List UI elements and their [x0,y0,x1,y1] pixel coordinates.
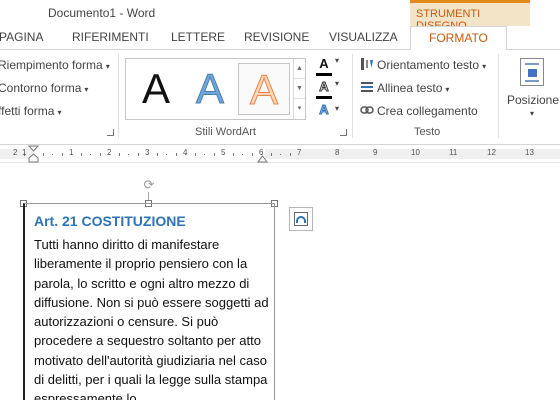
rotate-handle-icon[interactable]: ⟳ [142,178,156,192]
ruler-number: 12 [487,148,496,157]
ruler-number: 8 [335,148,340,157]
ruler-number: 1 [69,148,74,157]
group-separator [352,54,353,138]
group-separator [118,54,119,138]
position-button[interactable]: Posizione ▾ [506,56,560,126]
ruler-number: 2 [13,148,18,157]
dialog-launcher-icon[interactable] [107,129,114,136]
ruler-number: 10 [411,148,420,157]
ruler-tick [166,154,167,155]
group-label-text: Testo [414,126,441,138]
scroll-down-icon[interactable]: ▼ [294,79,305,99]
title-bar: Documento1 - Word STRUMENTI DISEGNO [0,0,560,32]
ruler-number: 1 [22,148,27,157]
position-icon [520,58,544,86]
create-link-button[interactable]: Crea collegamento [360,103,478,118]
shape-outline-button[interactable]: Contorno forma ▾ [0,81,88,95]
window-title: Documento1 - Word [48,6,156,20]
ruler-number: 2 [107,148,112,157]
wordart-style-black[interactable]: A [130,63,182,115]
wordart-style-orange[interactable]: A [238,63,290,115]
ruler-number: 3 [145,148,150,157]
ruler-number: 7 [297,148,302,157]
text-fill-icon[interactable]: A [316,56,332,74]
ruler-tick [156,153,158,156]
ruler-tick [251,153,253,156]
ruler-tick [80,153,82,156]
chevron-down-icon[interactable]: ▾ [335,79,339,88]
text-outline-color-bar [316,96,332,99]
tab-visualizza[interactable]: VISUALIZZA [329,30,398,44]
ribbon: Riempimento forma ▾ Contorno forma ▾ ffett… [0,50,560,145]
create-link-icon [360,103,374,117]
position-label: Posizione [507,93,560,107]
chevron-down-icon: ▾ [445,85,450,94]
ruler-tick [52,154,53,155]
ruler-tick [232,153,234,156]
group-separator [498,54,499,138]
ruler-tick [137,153,139,156]
chevron-down-icon: ▾ [105,62,110,71]
ruler-tick [213,153,215,156]
ruler-tick [242,154,243,155]
ruler-tick [128,154,129,155]
ruler-tick [194,153,196,156]
horizontal-ruler[interactable]: 2 1 1 2 3 4 5 6 7 8 9 10 11 12 13 [0,145,560,163]
ruler-tick [118,153,120,156]
textbox-body: Tutti hanno diritto di manifestare liber… [34,237,269,400]
chevron-down-icon: ▾ [530,109,535,118]
chevron-down-icon: ▾ [482,62,487,71]
tab-pagina[interactable]: PAGINA [0,30,43,44]
ruler-tick [175,153,177,156]
tab-riferimenti[interactable]: RIFERIMENTI [72,30,149,44]
wordart-style-blue[interactable]: A [184,63,236,115]
chevron-down-icon[interactable]: ▾ [335,56,339,65]
ruler-tick [289,153,291,156]
ruler-number: 9 [373,148,378,157]
ruler-tick [90,154,91,155]
gallery-more-icon[interactable]: ▾ [294,99,305,119]
align-text-icon [360,80,374,94]
group-label-wordart: Stili WordArt [195,126,256,138]
text-outline-icon[interactable]: A [316,79,332,97]
indent-marker-icon[interactable] [28,145,40,163]
ruler-tick [99,153,101,156]
text-direction-button[interactable]: Orientamento testo ▾ [360,57,486,72]
text-fill-color-bar [316,73,332,76]
shape-effects-button[interactable]: ffetti forma ▾ [0,104,61,118]
layout-options-icon[interactable] [289,207,313,231]
tab-revisione[interactable]: REVISIONE [244,30,309,44]
ruler-tick [270,153,272,156]
wordart-gallery: A A A ▲ ▼ ▾ [125,58,306,120]
gallery-scrollbar: ▲ ▼ ▾ [293,59,305,119]
right-indent-marker-icon[interactable] [257,153,269,163]
text-direction-icon [360,57,374,71]
contextual-tab-header: STRUMENTI DISEGNO [410,0,530,32]
shape-fill-button[interactable]: Riempimento forma ▾ [0,58,110,72]
ruler-tick [61,153,63,156]
ruler-number: 5 [221,148,226,157]
text-box[interactable]: Art. 21 COSTITUZIONE Tutti hanno diritto… [23,203,275,400]
scroll-up-icon[interactable]: ▲ [294,59,305,79]
ruler-tick [204,154,205,155]
chevron-down-icon[interactable]: ▾ [335,104,339,113]
tab-lettere[interactable]: LETTERE [171,30,225,44]
align-text-button[interactable]: Allinea testo ▾ [360,80,449,95]
document-canvas: ⟳ Art. 21 COSTITUZIONE Tutti hanno dirit… [0,163,560,400]
ruler-tick [42,153,44,156]
ruler-number: 11 [449,148,458,157]
ruler-tick [280,154,281,155]
chevron-down-icon: ▾ [84,85,89,94]
ruler-number: 13 [525,148,534,157]
tab-formato[interactable]: FORMATO [410,26,507,51]
textbox-title: Art. 21 COSTITUZIONE [34,213,186,229]
dialog-launcher-icon[interactable] [340,129,347,136]
ruler-number: 4 [183,148,188,157]
text-effects-icon[interactable]: A [316,102,332,120]
ribbon-tabs: PAGINA RIFERIMENTI LETTERE REVISIONE VIS… [0,26,560,51]
chevron-down-icon: ▾ [57,108,62,117]
